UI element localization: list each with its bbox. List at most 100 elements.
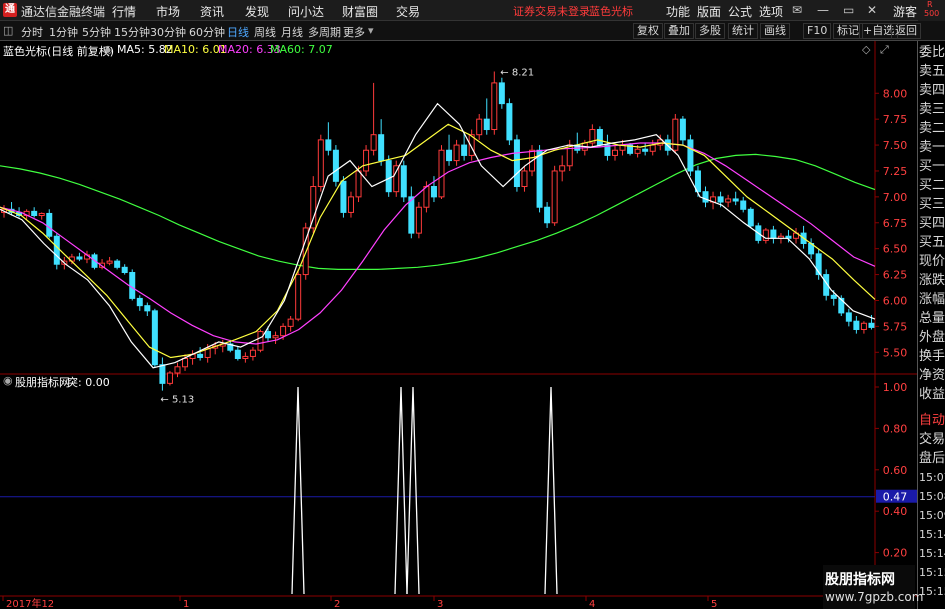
menu-wealth-circle[interactable]: 财富圈 [342, 3, 378, 20]
menu-discover[interactable]: 发现 [245, 3, 269, 20]
signal-spike [291, 386, 305, 595]
candle-body [702, 191, 709, 203]
quote-item: 净资 [919, 368, 945, 383]
user-label[interactable]: 游客 [893, 3, 917, 20]
period-weekly[interactable]: 周线 [254, 24, 276, 40]
sub-tick-label: 1.00 [883, 381, 908, 394]
candle-body [830, 294, 837, 299]
price-tick-label: 7.75 [883, 113, 908, 126]
trade-login-warning[interactable]: 证券交易未登录 [513, 3, 590, 19]
candle-body [521, 170, 528, 188]
menu-market-quotes[interactable]: 行情 [112, 3, 136, 20]
auto-trade-toggle[interactable]: 自动 [919, 411, 945, 430]
sub-tick-label: 0.47 [883, 491, 908, 504]
menu-market[interactable]: 市场 [156, 3, 180, 20]
candle-body [438, 149, 445, 198]
btn-overlay[interactable]: 叠加 [664, 23, 694, 39]
period-1min[interactable]: 1分钟 [49, 24, 78, 40]
minimize-icon[interactable]: — [817, 3, 829, 17]
sub-panel-menu-icon[interactable]: ◉ [3, 374, 13, 387]
period-daily[interactable]: 日线 [227, 24, 249, 40]
candle-body [159, 364, 166, 384]
menu-formula[interactable]: 公式 [728, 3, 752, 20]
settings-dot-icon[interactable]: ◉ [103, 43, 113, 56]
menu-functions[interactable]: 功能 [666, 3, 690, 20]
candle-body [347, 196, 354, 213]
period-more[interactable]: 更多 [343, 24, 365, 40]
quote-item: 外盘 [919, 330, 945, 345]
candle-body [265, 331, 272, 339]
app-logo-icon: 通 [3, 3, 17, 17]
period-intraday[interactable]: 分时 [21, 24, 43, 40]
quote-item: 涨跌 [919, 273, 945, 288]
btn-adjust[interactable]: 复权 [633, 23, 663, 39]
trade-time: 15:09 [919, 509, 945, 522]
candle-body [38, 212, 45, 217]
menu-news[interactable]: 资讯 [200, 3, 224, 20]
quote-item: 买五 [919, 235, 945, 250]
title-bar: 通 通达信金融终端 行情 市场 资讯 发现 问小达 财富圈 交易 证券交易未登录… [0, 0, 945, 21]
period-5min[interactable]: 5分钟 [82, 24, 111, 40]
menu-options[interactable]: 选项 [759, 3, 783, 20]
btn-multi-stock[interactable]: 多股 [695, 23, 725, 39]
candle-body [280, 325, 287, 337]
candle-body [53, 235, 60, 265]
watermark-title: 股朋指标网 [825, 572, 895, 588]
menu-ask[interactable]: 问小达 [288, 3, 324, 20]
quote-item: 卖五 [919, 64, 945, 79]
candlestick-series: ← 8.21 ← 5.13 [1, 68, 875, 406]
trade-list-label: 交易 [919, 432, 945, 447]
candle-body [845, 312, 852, 322]
candle-body [400, 165, 407, 198]
sub-indicator-value: 突: 0.00 [67, 376, 110, 389]
candle-body [483, 118, 490, 131]
app-window: 通 通达信金融终端 行情 市场 资讯 发现 问小达 财富圈 交易 证券交易未登录… [0, 0, 945, 609]
quote-item: 卖四 [919, 83, 945, 98]
quote-item: 买二 [919, 178, 945, 193]
message-icon[interactable]: ✉ [792, 3, 802, 17]
time-tick-label: 2017年12 [6, 597, 54, 609]
quote-item: 换手 [919, 349, 945, 364]
trade-time: 15:07 [919, 471, 945, 484]
time-tick-label: 5 [711, 599, 717, 609]
stock-label: 蓝色光标(日线 前复权) [3, 45, 115, 58]
quote-item: 现价 [919, 254, 945, 269]
menu-trade[interactable]: 交易 [396, 3, 420, 20]
period-60min[interactable]: 60分钟 [189, 24, 225, 40]
btn-back[interactable]: 返回 [891, 23, 921, 39]
time-tick-label: 3 [437, 599, 443, 609]
period-monthly[interactable]: 月线 [281, 24, 303, 40]
expand-icon[interactable]: ⤢ [880, 43, 889, 57]
period-15min[interactable]: 15分钟 [114, 24, 150, 40]
candle-body [860, 322, 867, 330]
quote-item: 买三 [919, 197, 945, 212]
btn-draw-line[interactable]: 画线 [760, 23, 790, 39]
candle-body [596, 129, 603, 146]
kline-chart[interactable]: ← 8.21 ← 5.13 8.00 7.75 7.50 7.25 7.00 6.75 6.5… [0, 41, 917, 609]
sub-tick-label: 0.80 [883, 422, 908, 435]
candle-body [687, 139, 694, 172]
candle-body [513, 139, 520, 188]
candle-body [544, 206, 551, 224]
quote-item: 收益 [919, 387, 945, 402]
menu-layout[interactable]: 版面 [697, 3, 721, 20]
ma10-path [0, 123, 876, 359]
candle-body [242, 355, 249, 359]
more-chevron-icon[interactable]: ▾ [368, 24, 374, 37]
restore-icon[interactable]: ▭ [843, 3, 854, 17]
close-icon[interactable]: ✕ [867, 3, 877, 17]
toolbar-collapse-icon[interactable]: ◫ [3, 24, 13, 37]
candle-body [114, 260, 121, 268]
candle-body [332, 149, 339, 182]
candle-body [257, 331, 264, 351]
candle-body [197, 353, 204, 358]
btn-f10[interactable]: F10 [803, 23, 832, 39]
period-multi[interactable]: 多周期 [308, 24, 341, 40]
quote-item: 买一 [919, 159, 945, 174]
diamond-icon[interactable]: ◇ [862, 43, 870, 56]
ma60-label: MA60: 7.07 [270, 43, 333, 56]
quote-item: 买四 [919, 216, 945, 231]
btn-statistics[interactable]: 统计 [728, 23, 758, 39]
period-30min[interactable]: 30分钟 [150, 24, 186, 40]
candle-body [182, 357, 189, 368]
